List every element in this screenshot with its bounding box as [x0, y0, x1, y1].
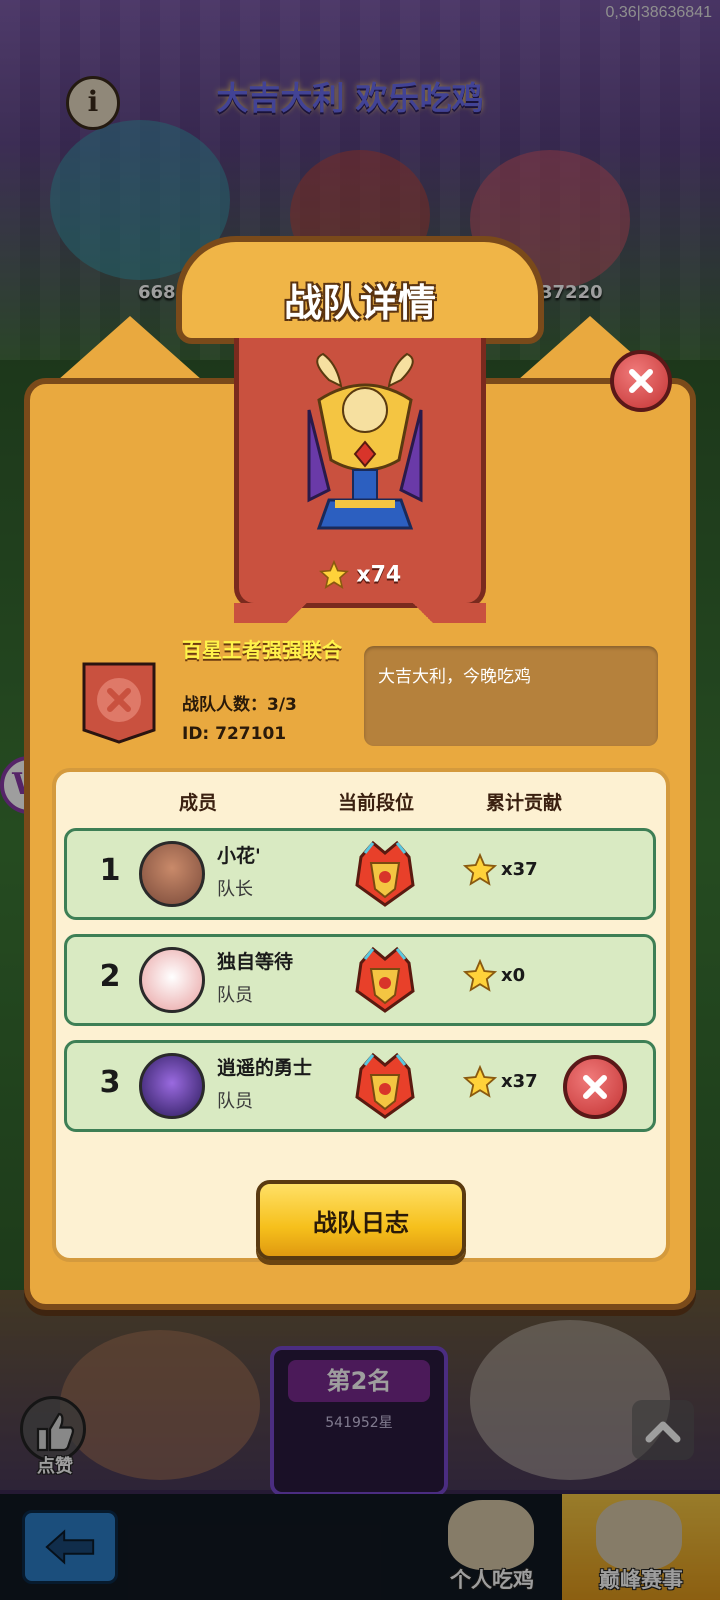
member-rank-number: 3: [99, 1065, 121, 1100]
team-member-count: 战队人数：3/3: [182, 695, 297, 715]
team-log-button[interactable]: 战队日志: [256, 1180, 466, 1260]
star-icon: [463, 959, 497, 992]
close-icon: [629, 369, 653, 393]
member-name: 小花': [217, 845, 261, 867]
star-icon: [463, 1065, 497, 1098]
trophy-icon: [307, 352, 423, 530]
column-header-member: 成员: [178, 792, 217, 814]
column-header-rank: 当前段位: [337, 792, 414, 814]
trophy-banner: x74: [234, 338, 486, 623]
member-row[interactable]: 3 逍遥的勇士 队员 x37: [64, 1040, 656, 1132]
member-contribution: x0: [501, 965, 526, 986]
trophy-star-count-value: x74: [356, 562, 402, 588]
column-header-contribution: 累计贡献: [485, 792, 562, 814]
member-rank-number: 1: [99, 853, 121, 888]
member-role: 队长: [217, 879, 253, 900]
close-icon: [583, 1075, 607, 1099]
rank-badge-icon: [355, 1052, 415, 1119]
member-row[interactable]: 1 小花' 队长 x37: [64, 828, 656, 920]
member-role: 队员: [217, 985, 253, 1006]
member-contribution: x37: [501, 1071, 538, 1092]
team-emblem-icon: [82, 662, 156, 744]
modal-title: 战队详情: [283, 281, 436, 325]
avatar: [139, 1053, 205, 1119]
avatar: [139, 947, 205, 1013]
kick-member-button[interactable]: [563, 1055, 627, 1119]
member-name: 独自等待: [217, 951, 294, 973]
member-role: 队员: [217, 1091, 253, 1112]
trophy-star-count: x74: [239, 559, 481, 590]
team-name: 百星王者强强联合: [182, 638, 342, 662]
team-id: ID: 727101: [182, 724, 287, 744]
close-modal-button[interactable]: [610, 350, 672, 412]
star-icon: [463, 853, 497, 886]
member-rank-number: 2: [99, 959, 121, 994]
member-name: 逍遥的勇士: [217, 1057, 313, 1079]
member-row[interactable]: 2 独自等待 队员 x0: [64, 934, 656, 1026]
star-icon: [318, 559, 349, 589]
avatar: [139, 841, 205, 907]
rank-badge-icon: [355, 946, 415, 1013]
team-slogan: 大吉大利，今晚吃鸡: [364, 646, 658, 746]
member-contribution: x37: [501, 859, 538, 880]
rank-badge-icon: [355, 840, 415, 907]
